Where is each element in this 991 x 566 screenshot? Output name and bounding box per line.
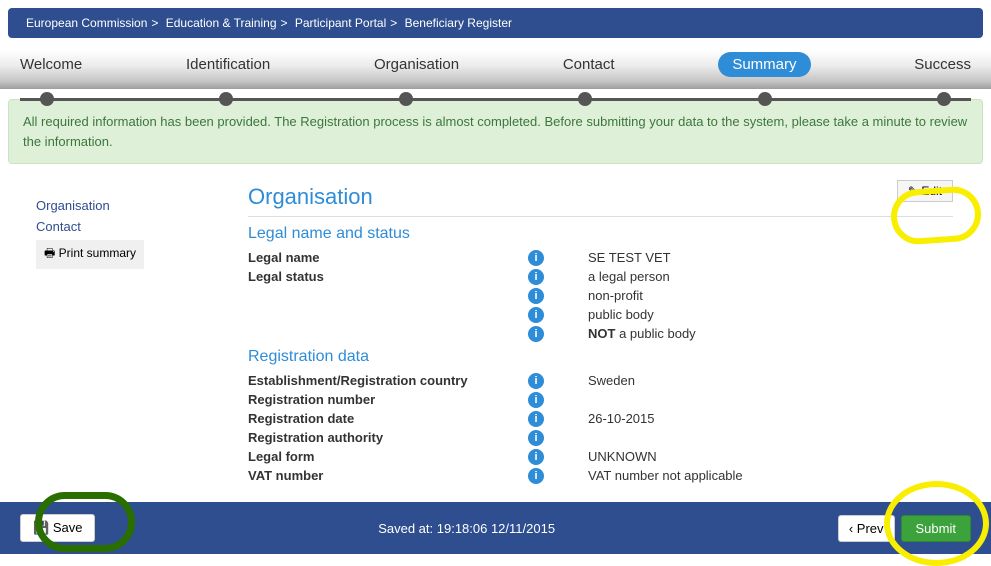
breadcrumb: European Commission> Education & Trainin… bbox=[8, 8, 983, 38]
info-icon[interactable]: i bbox=[528, 373, 544, 389]
value-legal-form: UNKNOWN bbox=[588, 449, 953, 464]
value-vat: VAT number not applicable bbox=[588, 468, 953, 483]
step-success: Success bbox=[914, 56, 971, 77]
value-legal-status-4: NOT a public body bbox=[588, 326, 953, 341]
saved-at-text: Saved at: 19:18:06 12/11/2015 bbox=[378, 521, 555, 536]
label-legal-name: Legal name bbox=[248, 250, 528, 265]
breadcrumb-link[interactable]: Participant Portal bbox=[295, 16, 386, 30]
value-legal-name: SE TEST VET bbox=[588, 250, 953, 265]
section-title-organisation: Organisation bbox=[248, 184, 953, 210]
label-reg-number: Registration number bbox=[248, 392, 528, 407]
sidenav-contact[interactable]: Contact bbox=[36, 219, 248, 234]
info-icon[interactable]: i bbox=[528, 250, 544, 266]
info-alert: All required information has been provid… bbox=[8, 99, 983, 164]
step-dot bbox=[399, 92, 413, 106]
breadcrumb-link[interactable]: Beneficiary Register bbox=[405, 16, 512, 30]
info-icon[interactable]: i bbox=[528, 449, 544, 465]
info-icon[interactable]: i bbox=[528, 288, 544, 304]
edit-button[interactable]: ✎ Edit bbox=[897, 180, 953, 202]
save-button[interactable]: 💾 Save bbox=[20, 514, 95, 542]
label-reg-date: Registration date bbox=[248, 411, 528, 426]
footer-bar: 💾 Save Saved at: 19:18:06 12/11/2015 ‹ P… bbox=[0, 502, 991, 554]
value-legal-status-3: public body bbox=[588, 307, 953, 322]
summary-content: ✎ Edit Organisation Legal name and statu… bbox=[248, 174, 983, 486]
label-legal-status: Legal status bbox=[248, 269, 528, 284]
info-icon[interactable]: i bbox=[528, 392, 544, 408]
step-dot bbox=[578, 92, 592, 106]
chevron-left-icon: ‹ bbox=[849, 521, 853, 536]
subsection-registration-data: Registration data bbox=[248, 348, 953, 366]
prev-button[interactable]: ‹ Prev bbox=[838, 515, 895, 542]
pencil-icon: ✎ bbox=[908, 184, 918, 198]
subsection-legal-name: Legal name and status bbox=[248, 225, 953, 243]
side-nav: Organisation Contact 🖶 Print summary bbox=[8, 174, 248, 486]
print-icon: 🖶 bbox=[44, 246, 55, 260]
breadcrumb-link[interactable]: Education & Training bbox=[166, 16, 277, 30]
info-icon[interactable]: i bbox=[528, 269, 544, 285]
info-icon[interactable]: i bbox=[528, 430, 544, 446]
breadcrumb-link[interactable]: European Commission bbox=[26, 16, 147, 30]
label-legal-form: Legal form bbox=[248, 449, 528, 464]
print-summary-button[interactable]: 🖶 Print summary bbox=[36, 240, 144, 269]
step-dot bbox=[40, 92, 54, 106]
step-dot bbox=[219, 92, 233, 106]
value-legal-status-2: non-profit bbox=[588, 288, 953, 303]
info-icon[interactable]: i bbox=[528, 468, 544, 484]
info-icon[interactable]: i bbox=[528, 326, 544, 342]
label-est-country: Establishment/Registration country bbox=[248, 373, 528, 388]
save-icon: 💾 bbox=[33, 520, 49, 535]
step-dot bbox=[758, 92, 772, 106]
value-reg-date: 26-10-2015 bbox=[588, 411, 953, 426]
sidenav-organisation[interactable]: Organisation bbox=[36, 198, 248, 213]
step-identification[interactable]: Identification bbox=[186, 56, 270, 77]
info-icon[interactable]: i bbox=[528, 307, 544, 323]
value-est-country: Sweden bbox=[588, 373, 953, 388]
step-organisation[interactable]: Organisation bbox=[374, 56, 459, 77]
info-icon[interactable]: i bbox=[528, 411, 544, 427]
wizard-steps: Welcome Identification Organisation Cont… bbox=[0, 50, 991, 89]
label-vat: VAT number bbox=[248, 468, 528, 483]
step-welcome[interactable]: Welcome bbox=[20, 56, 82, 77]
submit-button[interactable]: Submit bbox=[901, 515, 971, 542]
step-contact[interactable]: Contact bbox=[563, 56, 615, 77]
step-summary[interactable]: Summary bbox=[718, 56, 810, 77]
value-legal-status-1: a legal person bbox=[588, 269, 953, 284]
step-dot bbox=[937, 92, 951, 106]
label-reg-authority: Registration authority bbox=[248, 430, 528, 445]
